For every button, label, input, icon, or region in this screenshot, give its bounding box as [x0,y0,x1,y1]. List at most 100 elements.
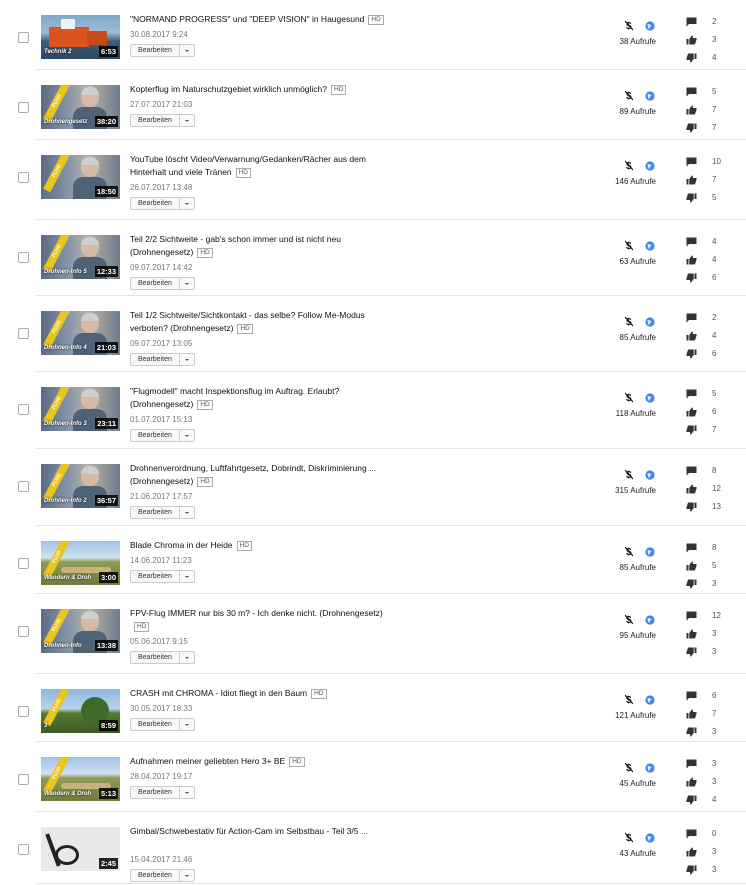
edit-button[interactable]: Bearbeiten [131,652,180,663]
comment-count[interactable]: 10 [686,157,726,167]
globe-icon[interactable] [645,760,655,773]
globe-icon[interactable] [645,88,655,101]
comment-count[interactable]: 8 [686,543,726,553]
video-select-checkbox[interactable] [18,481,29,492]
edit-button[interactable]: Bearbeiten [131,45,180,56]
dollar-slash-icon[interactable]: $ [624,158,634,172]
comment-count[interactable]: 3 [686,759,726,769]
edit-button[interactable]: Bearbeiten [131,198,180,209]
video-title-text[interactable]: "Flugmodell" macht Inspektionsflug im Au… [130,386,339,409]
edit-button[interactable]: Bearbeiten [131,571,180,582]
edit-button[interactable]: Bearbeiten [131,430,180,441]
video-title[interactable]: Teil 2/2 Sichtweite - gab's schon immer … [130,233,390,259]
edit-button[interactable]: Bearbeiten [131,354,180,365]
like-count[interactable]: 7 [686,709,726,719]
dollar-slash-icon[interactable]: $ [624,88,634,102]
like-count[interactable]: 4 [686,255,726,265]
like-count[interactable]: 3 [686,629,726,639]
dislike-count[interactable]: 6 [686,273,726,283]
edit-button[interactable]: Bearbeiten [131,870,180,881]
like-count[interactable]: 3 [686,847,726,857]
globe-icon[interactable] [645,544,655,557]
video-title[interactable]: YouTube löscht Video/Verwarnung/Gedanken… [130,153,390,179]
video-select-checkbox[interactable] [18,626,29,637]
video-thumbnail[interactable]: FLUG Drohnen-Info 3 23:11 [41,387,120,431]
edit-dropdown-chevron-icon[interactable] [180,354,194,365]
like-count[interactable]: 12 [686,484,726,494]
video-title[interactable]: "Flugmodell" macht Inspektionsflug im Au… [130,385,390,411]
video-title[interactable]: Aufnahmen meiner geliebten Hero 3+ BE HD [130,755,390,768]
dislike-count[interactable]: 3 [686,579,726,589]
video-title-text[interactable]: Gimbal/Schwebestativ für Action-Cam im S… [130,826,368,836]
video-thumbnail[interactable]: FLUG Drohnen-Info 5 12:33 [41,235,120,279]
dislike-count[interactable]: 4 [686,53,726,63]
video-thumbnail[interactable]: FLUG 3 8:59 [41,689,120,733]
edit-dropdown-chevron-icon[interactable] [180,507,194,518]
video-title[interactable]: Gimbal/Schwebestativ für Action-Cam im S… [130,825,390,838]
dollar-slash-icon[interactable]: $ [624,314,634,328]
video-title-text[interactable]: CRASH mit CHROMA - Idiot fliegt in den B… [130,688,307,698]
video-select-checkbox[interactable] [18,328,29,339]
globe-icon[interactable] [645,692,655,705]
edit-dropdown-chevron-icon[interactable] [180,652,194,663]
video-thumbnail[interactable]: FLUG Drohnen-Info 2 36:57 [41,464,120,508]
dislike-count[interactable]: 13 [686,502,726,512]
edit-dropdown-chevron-icon[interactable] [180,278,194,289]
dislike-count[interactable]: 3 [686,647,726,657]
comment-count[interactable]: 5 [686,87,726,97]
globe-icon[interactable] [645,612,655,625]
like-count[interactable]: 7 [686,105,726,115]
video-title[interactable]: Drohnenverordnung, Luftfahrtgesetz, Dobr… [130,462,390,488]
dollar-slash-icon[interactable]: $ [624,612,634,626]
video-thumbnail[interactable]: FLUG Wandern & Droh 3:00 [41,541,120,585]
like-count[interactable]: 4 [686,331,726,341]
globe-icon[interactable] [645,238,655,251]
dislike-count[interactable]: 7 [686,123,726,133]
video-title-text[interactable]: Teil 2/2 Sichtweite - gab's schon immer … [130,234,341,257]
video-select-checkbox[interactable] [18,774,29,785]
video-title[interactable]: Kopterflug im Naturschutzgebiet wirklich… [130,83,390,96]
like-count[interactable]: 3 [686,777,726,787]
edit-button[interactable]: Bearbeiten [131,278,180,289]
comment-count[interactable]: 0 [686,829,726,839]
dollar-slash-icon[interactable]: $ [624,390,634,404]
edit-dropdown-chevron-icon[interactable] [180,719,194,730]
dollar-slash-icon[interactable]: $ [624,760,634,774]
comment-count[interactable]: 12 [686,611,726,621]
edit-dropdown-chevron-icon[interactable] [180,870,194,881]
edit-dropdown-chevron-icon[interactable] [180,787,194,798]
video-thumbnail[interactable]: 2:45 [41,827,120,871]
globe-icon[interactable] [645,390,655,403]
comment-count[interactable]: 2 [686,313,726,323]
edit-dropdown-chevron-icon[interactable] [180,198,194,209]
video-select-checkbox[interactable] [18,844,29,855]
video-select-checkbox[interactable] [18,706,29,717]
dollar-slash-icon[interactable]: $ [624,18,634,32]
edit-button[interactable]: Bearbeiten [131,115,180,126]
video-thumbnail[interactable]: Technik 2 6:53 [41,15,120,59]
video-title[interactable]: FPV-Flug IMMER nur bis 30 m? - Ich denke… [130,607,390,633]
video-title-text[interactable]: Blade Chroma in der Heide [130,540,233,550]
globe-icon[interactable] [645,314,655,327]
dislike-count[interactable]: 6 [686,349,726,359]
comment-count[interactable]: 2 [686,17,726,27]
edit-dropdown-chevron-icon[interactable] [180,115,194,126]
globe-icon[interactable] [645,830,655,843]
like-count[interactable]: 6 [686,407,726,417]
like-count[interactable]: 7 [686,175,726,185]
video-title-text[interactable]: "NORMAND PROGRESS" und "DEEP VISION" in … [130,14,364,24]
video-select-checkbox[interactable] [18,172,29,183]
globe-icon[interactable] [645,467,655,480]
like-count[interactable]: 3 [686,35,726,45]
video-select-checkbox[interactable] [18,102,29,113]
edit-button[interactable]: Bearbeiten [131,507,180,518]
dollar-slash-icon[interactable]: $ [624,692,634,706]
video-title[interactable]: CRASH mit CHROMA - Idiot fliegt in den B… [130,687,390,700]
globe-icon[interactable] [645,158,655,171]
dollar-slash-icon[interactable]: $ [624,238,634,252]
edit-button[interactable]: Bearbeiten [131,719,180,730]
comment-count[interactable]: 8 [686,466,726,476]
video-thumbnail[interactable]: FLUG Wandern & Droh 5:13 [41,757,120,801]
video-select-checkbox[interactable] [18,252,29,263]
comment-count[interactable]: 5 [686,389,726,399]
